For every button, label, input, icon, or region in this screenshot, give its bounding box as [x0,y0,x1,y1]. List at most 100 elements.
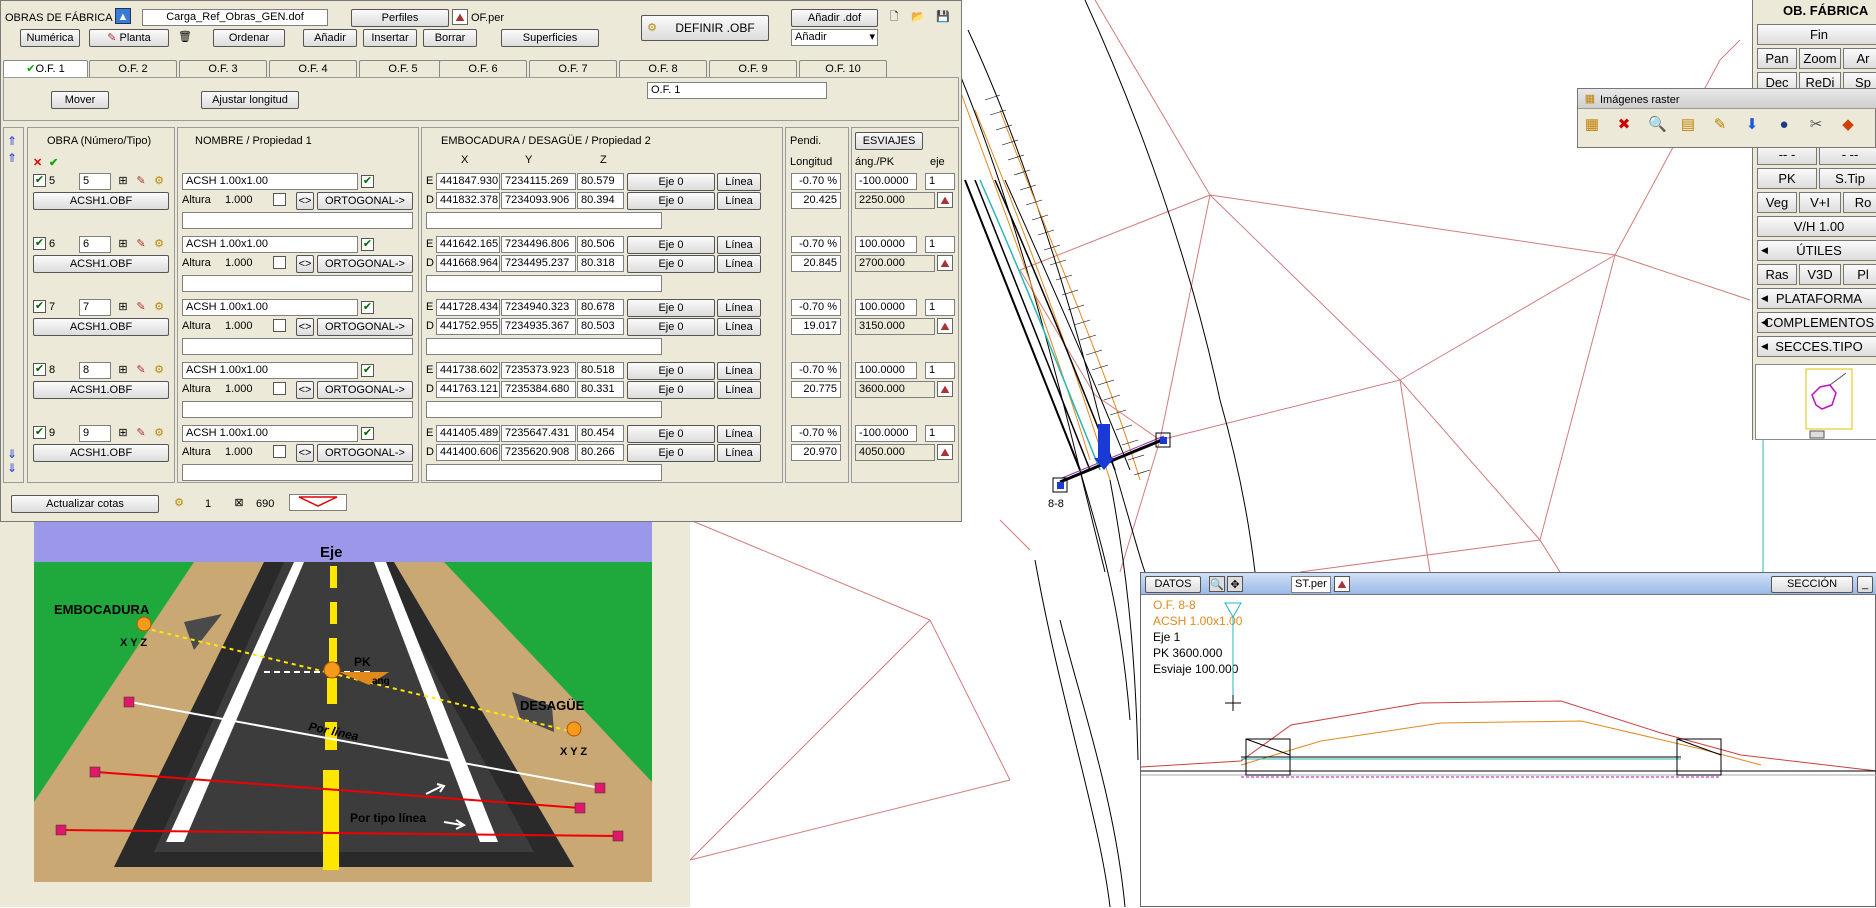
ras-button[interactable]: Ras [1757,264,1797,285]
pendiente-field[interactable]: -0.70 % [791,299,841,316]
anadir-dof-button[interactable]: Añadir .dof [791,9,878,27]
property-2-field[interactable] [426,212,662,229]
swap-button[interactable]: <> [296,381,314,399]
altura-checkbox[interactable] [273,319,286,332]
emb-x-field[interactable]: 441642.165 [436,236,500,253]
definir-obf-button[interactable]: ⚙ DEFINIR .OBF [641,15,769,41]
property-1-field[interactable] [182,338,413,355]
angulo-field[interactable]: 100.0000 [855,299,917,316]
profile-icon[interactable]: ⛰ [937,381,953,397]
obf-file-button[interactable]: ACSH1.OBF [33,318,169,336]
box-3d-icon[interactable]: ⊞ [115,425,131,441]
tab-of-5[interactable]: O.F. 5 [359,60,447,77]
row-number-field[interactable]: 9 [79,425,111,442]
ortogonal-button[interactable]: ORTOGONAL-> [317,318,413,336]
altura-checkbox[interactable] [273,193,286,206]
des-y-field[interactable]: 7234935.367 [501,318,576,335]
box-3d-icon[interactable]: ⊞ [115,236,131,252]
scroll-up-icon[interactable]: ⇑ [7,151,17,165]
name-checkbox[interactable]: ✔ [361,427,374,440]
altura-checkbox[interactable] [273,256,286,269]
gear-icon[interactable]: ⚙ [171,495,187,511]
map-icon[interactable]: ▲ [115,8,131,24]
gear-icon[interactable]: ⚙ [151,425,167,441]
ortogonal-button[interactable]: ORTOGONAL-> [317,381,413,399]
numerica-button[interactable]: Numérica [20,29,80,47]
angulo-field[interactable]: 100.0000 [855,362,917,379]
gear-icon[interactable]: ⚙ [151,299,167,315]
eje-field[interactable]: 1 [925,173,955,190]
emb-y-field[interactable]: 7234115.269 [501,173,576,190]
eje-field[interactable]: 1 [925,362,955,379]
file-name-field[interactable]: Carga_Ref_Obras_GEN.dof [142,9,328,26]
des-linea-button[interactable]: Línea [717,192,761,210]
des-linea-button[interactable]: Línea [717,444,761,462]
emb-y-field[interactable]: 7235647.431 [501,425,576,442]
borrar-button[interactable]: Borrar [423,29,477,47]
obra-name-field[interactable]: ACSH 1.00x1.00 [182,425,358,442]
perfiles-button[interactable]: Perfiles [351,9,449,27]
longitud-field[interactable]: 20.970 [791,444,841,461]
raster-cube-icon[interactable]: ◆ [1840,117,1856,133]
altura-checkbox[interactable] [273,445,286,458]
obf-file-button[interactable]: ACSH1.OBF [33,255,169,273]
edit-icon[interactable]: ✎ [133,236,149,252]
emb-linea-button[interactable]: Línea [717,299,761,317]
edit-icon[interactable]: ✎ [133,425,149,441]
row-number-field[interactable]: 6 [79,236,111,253]
scroll-bottom-icon[interactable]: ⇓ [7,461,17,475]
plataforma-button[interactable]: ◀ PLATAFORMA [1757,288,1876,309]
angulo-field[interactable]: 100.0000 [855,236,917,253]
des-x-field[interactable]: 441752.955 [436,318,500,335]
property-2-field[interactable] [426,464,662,481]
trash-icon[interactable]: 🗑 [177,29,193,45]
delete-icon[interactable]: ✕ [33,156,42,169]
box-3d-icon[interactable]: ⊞ [115,362,131,378]
edit-icon[interactable]: ✎ [133,173,149,189]
overview-minimap[interactable] [1755,364,1876,440]
tab-of-10[interactable]: O.F. 10 [799,60,887,77]
emb-linea-button[interactable]: Línea [717,425,761,443]
save-icon[interactable]: 💾 [935,9,951,25]
property-2-field[interactable] [426,401,662,418]
pk-field[interactable]: 3600.000 [855,381,935,398]
swap-button[interactable]: <> [296,255,314,273]
emb-x-field[interactable]: 441728.434 [436,299,500,316]
des-z-field[interactable]: 80.331 [577,381,624,398]
pendiente-field[interactable]: -0.70 % [791,362,841,379]
tab-of-4[interactable]: O.F. 4 [269,60,357,77]
eje-field[interactable]: 1 [925,299,955,316]
superficies-button[interactable]: Superficies [501,29,599,47]
pk-field[interactable]: 2700.000 [855,255,935,272]
property-1-field[interactable] [182,464,413,481]
minimize-button[interactable]: _ [1857,576,1873,593]
vh-button[interactable]: V/H 1.00 [1757,216,1876,237]
pendiente-field[interactable]: -0.70 % [791,425,841,442]
box-3d-icon[interactable]: ⊞ [115,173,131,189]
raster-delete-icon[interactable]: ✖ [1616,117,1632,133]
secces-tipo-button[interactable]: ◀ SECCES.TIPO [1757,336,1876,357]
tab-of-9[interactable]: O.F. 9 [709,60,797,77]
pan-button[interactable]: Pan [1757,48,1797,69]
scroll-down-icon[interactable]: ⇓ [7,447,17,461]
tab-of-3[interactable]: O.F. 3 [179,60,267,77]
des-y-field[interactable]: 7234093.906 [501,192,576,209]
emb-z-field[interactable]: 80.506 [577,236,624,253]
obra-name-field[interactable]: ACSH 1.00x1.00 [182,236,358,253]
gear-icon[interactable]: ⚙ [151,236,167,252]
row-enabled-checkbox[interactable]: ✔ [33,426,46,439]
emb-eje-button[interactable]: Eje 0 [627,173,715,191]
veg-button[interactable]: Veg [1757,192,1797,213]
st-per-field[interactable]: ST.per [1291,576,1331,593]
tab-of-2[interactable]: O.F. 2 [89,60,177,77]
tab-of-6[interactable]: O.F. 6 [439,60,527,77]
row-number-field[interactable]: 8 [79,362,111,379]
row-enabled-checkbox[interactable]: ✔ [33,237,46,250]
linestyle-selector[interactable] [289,494,347,511]
property-1-field[interactable] [182,212,413,229]
property-1-field[interactable] [182,401,413,418]
des-x-field[interactable]: 441400.606 [436,444,500,461]
des-eje-button[interactable]: Eje 0 [627,381,715,399]
obra-name-field[interactable]: ACSH 1.00x1.00 [182,362,358,379]
des-linea-button[interactable]: Línea [717,318,761,336]
